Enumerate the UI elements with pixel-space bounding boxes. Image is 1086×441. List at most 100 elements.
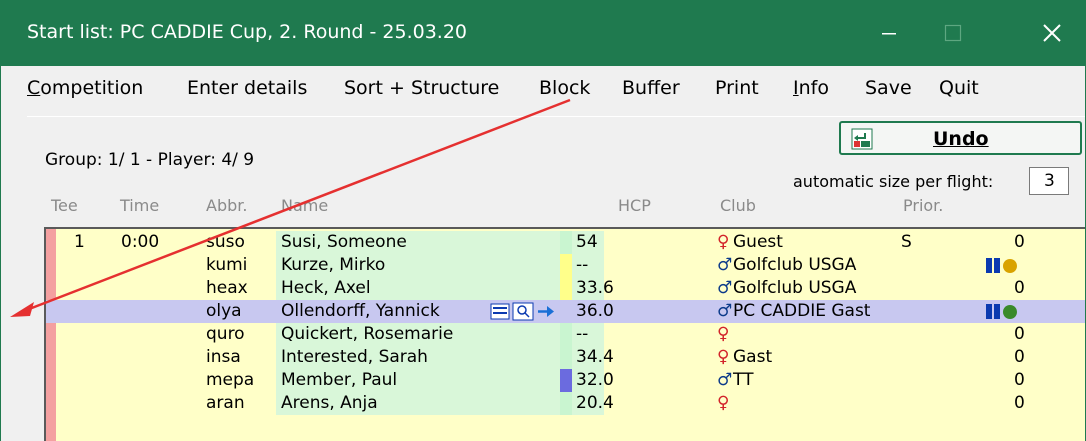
start-list-grid[interactable]: 1 0:00 suso Susi, Someone 54 ♀ Guest S 0 kumi Kurz… — [44, 227, 1085, 441]
table-row-selected[interactable]: olya Ollendorff, Yannick 36.0 ♂ PC CADDIE Ga… — [46, 300, 1085, 323]
cell-name: Quickert, Rosemarie — [281, 324, 454, 344]
close-icon — [1043, 24, 1061, 42]
menu-info[interactable]: Info — [793, 76, 829, 100]
cell-hcp: 36.0 — [576, 301, 614, 321]
cell-count: 0 — [1014, 232, 1025, 252]
cell-count: 0 — [1014, 370, 1025, 390]
cell-club: PC CADDIE Gast — [733, 301, 871, 321]
title-bar[interactable]: Start list: PC CADDIE Cup, 2. Round - 25… — [1, 0, 1085, 66]
female-icon: ♀ — [717, 324, 730, 344]
undo-label: Undo — [933, 128, 989, 150]
menu-block[interactable]: Block — [539, 76, 590, 100]
menu-buffer[interactable]: Buffer — [622, 76, 680, 100]
cell-name: Ollendorff, Yannick — [281, 301, 440, 321]
arrow-right-icon — [538, 306, 554, 317]
auto-size-label: automatic size per flight: — [793, 172, 994, 191]
male-icon: ♂ — [717, 370, 733, 390]
cell-hcp: 33.6 — [576, 278, 614, 298]
minimize-button[interactable] — [858, 0, 920, 66]
cell-abbr: heax — [206, 278, 248, 298]
female-icon: ♀ — [717, 393, 730, 413]
cell-abbr: suso — [206, 232, 245, 252]
cell-count: 0 — [1014, 347, 1025, 367]
table-row[interactable]: kumi Kurze, Mirko -- ♂ Golfclub USGA — [46, 254, 1085, 277]
cell-count: 0 — [1014, 393, 1025, 413]
cell-club: Golfclub USGA — [733, 278, 857, 298]
table-row[interactable]: heax Heck, Axel 33.6 ♂ Golfclub USGA 0 — [46, 277, 1085, 300]
menu-competition-label: ompetition — [40, 77, 144, 99]
cell-time: 0:00 — [121, 232, 160, 252]
undo-icon — [851, 128, 873, 150]
menu-sort-structure[interactable]: Sort + Structure — [344, 76, 499, 100]
undo-button[interactable]: Undo — [839, 121, 1082, 155]
cell-count: 0 — [1014, 278, 1025, 298]
menu-bar: Competition Enter details Sort + Structu… — [1, 70, 1085, 108]
cell-hcp: 54 — [576, 232, 598, 252]
minimize-icon — [882, 33, 896, 35]
cell-hcp: -- — [576, 255, 589, 275]
cell-hcp: -- — [576, 324, 589, 344]
cell-club: Guest — [733, 232, 783, 252]
female-icon: ♀ — [717, 232, 730, 252]
col-abbr[interactable]: Abbr. — [206, 196, 247, 215]
table-row[interactable]: 1 0:00 suso Susi, Someone 54 ♀ Guest S 0 — [46, 231, 1085, 254]
search-icon — [512, 302, 534, 321]
col-hcp[interactable]: HCP — [618, 196, 651, 215]
maximize-button[interactable] — [922, 0, 984, 66]
auto-size-input[interactable]: 3 — [1029, 167, 1069, 195]
cell-club: Golfclub USGA — [733, 255, 857, 275]
hcp-indicator — [560, 346, 572, 369]
cell-hcp: 20.4 — [576, 393, 614, 413]
cell-abbr: kumi — [206, 255, 248, 275]
cell-abbr: mepa — [206, 370, 255, 390]
cell-hcp: 34.4 — [576, 347, 614, 367]
hcp-indicator — [560, 323, 572, 346]
cell-name: Member, Paul — [281, 370, 398, 390]
menu-print[interactable]: Print — [715, 76, 759, 100]
close-button[interactable] — [1021, 0, 1083, 66]
male-icon: ♂ — [717, 278, 733, 298]
cell-abbr: quro — [206, 324, 245, 344]
cell-name: Susi, Someone — [281, 232, 407, 252]
col-club[interactable]: Club — [720, 196, 756, 215]
table-row[interactable]: insa Interested, Sarah 34.4 ♀ Gast 0 — [46, 346, 1085, 369]
table-row[interactable]: quro Quickert, Rosemarie -- ♀ 0 — [46, 323, 1085, 346]
cell-club: Gast — [733, 347, 773, 367]
cell-name: Heck, Axel — [281, 278, 371, 298]
cell-abbr: olya — [206, 301, 242, 321]
menu-competition-accel: C — [27, 77, 41, 99]
hcp-indicator — [560, 277, 572, 300]
table-row[interactable]: mepa Member, Paul 32.0 ♂ TT 0 — [46, 369, 1085, 392]
cell-tee: 1 — [74, 232, 85, 252]
cell-abbr: insa — [206, 347, 241, 367]
card-icon — [490, 303, 510, 320]
table-row[interactable]: aran Arens, Anja 20.4 ♀ 0 — [46, 392, 1085, 415]
cell-count: 0 — [1014, 324, 1025, 344]
col-tee[interactable]: Tee — [51, 196, 78, 215]
cell-name: Arens, Anja — [281, 393, 378, 413]
group-player-info: Group: 1/ 1 - Player: 4/ 9 — [45, 150, 255, 170]
hcp-indicator — [560, 231, 572, 254]
maximize-icon — [944, 24, 962, 42]
cell-name: Kurze, Mirko — [281, 255, 386, 275]
cell-name: Interested, Sarah — [281, 347, 428, 367]
menu-enter-details[interactable]: Enter details — [187, 76, 307, 100]
start-list-window: Start list: PC CADDIE Cup, 2. Round - 25… — [0, 0, 1086, 441]
col-prior[interactable]: Prior. — [903, 196, 943, 215]
male-icon: ♂ — [717, 255, 733, 275]
menu-info-label: nfo — [798, 77, 829, 99]
male-icon: ♂ — [717, 301, 733, 321]
window-title: Start list: PC CADDIE Cup, 2. Round - 25… — [27, 21, 468, 43]
cell-club: TT — [733, 370, 754, 390]
cell-hcp: 32.0 — [576, 370, 614, 390]
cell-prior: S — [901, 232, 912, 252]
hcp-indicator — [560, 300, 572, 323]
menu-save[interactable]: Save — [865, 76, 912, 100]
col-time[interactable]: Time — [120, 196, 159, 215]
row-action-icons[interactable] — [490, 302, 556, 321]
hcp-indicator — [560, 392, 572, 415]
female-icon: ♀ — [717, 347, 730, 367]
menu-quit[interactable]: Quit — [939, 76, 979, 100]
menu-competition[interactable]: Competition — [27, 76, 143, 100]
col-name[interactable]: Name — [281, 196, 328, 215]
